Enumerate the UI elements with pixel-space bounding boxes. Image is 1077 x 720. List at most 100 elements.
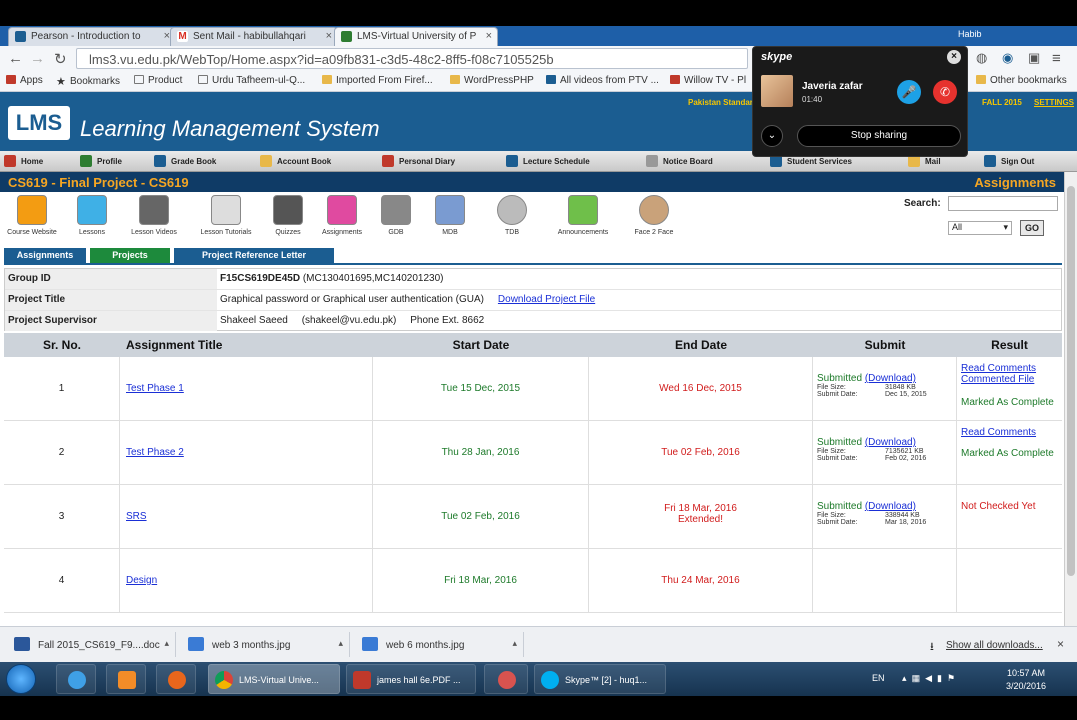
chevron-down-icon[interactable]: ▴ (164, 638, 169, 649)
assignment-title-link[interactable]: SRS (126, 511, 147, 522)
tool-lesson-tutorials[interactable]: Lesson Tutorials (196, 195, 256, 236)
tool-assignments[interactable]: Assignments (312, 195, 372, 236)
bookmark-product[interactable]: Product (134, 75, 182, 86)
taskbar-skype[interactable]: Skype™ [2] - huq1... (534, 664, 666, 694)
language-indicator[interactable]: EN (872, 673, 885, 683)
subtab-assignments[interactable]: Assignments (4, 248, 86, 263)
menu-sign-out[interactable]: Sign Out (984, 155, 1034, 167)
chevron-down-icon[interactable]: ▴ (338, 638, 343, 649)
profile-name[interactable]: Habib (958, 29, 982, 39)
taskbar-clock[interactable]: 10:57 AM 3/20/2016 (1006, 667, 1046, 693)
close-icon[interactable]: × (1057, 637, 1064, 651)
menu-notice-board[interactable]: Notice Board (646, 155, 713, 167)
forward-arrow-icon[interactable]: → (30, 50, 45, 67)
download-item[interactable]: web 6 months.jpg ▴ (352, 632, 524, 657)
lms-logo[interactable]: LMS (8, 106, 70, 140)
course-bar: CS619 - Final Project - CS619 Assignment… (0, 172, 1064, 192)
menu-personal-diary[interactable]: Personal Diary (382, 155, 455, 167)
download-item[interactable]: Fall 2015_CS619_F9....doc ▴ (4, 632, 176, 657)
chevron-down-icon[interactable]: ▴ (512, 638, 517, 649)
subtab-projects[interactable]: Projects (90, 248, 170, 263)
menu-icon[interactable]: ≡ (1052, 50, 1061, 67)
download-project-file-link[interactable]: Download Project File (498, 294, 595, 305)
reload-icon[interactable]: ↻ (54, 50, 67, 68)
start-button[interactable] (6, 664, 36, 694)
image-file-icon (362, 637, 378, 651)
header-link-pakistan[interactable]: Pakistan Standar (688, 98, 753, 107)
microphone-icon[interactable]: 🎤 (897, 80, 921, 104)
download-link[interactable]: (Download) (865, 437, 916, 448)
assignment-title-link[interactable]: Test Phase 2 (126, 447, 184, 458)
taskbar-pdf[interactable]: james hall 6e.PDF ... (346, 664, 476, 694)
search-input[interactable] (948, 196, 1058, 211)
read-comments-link[interactable]: Read Comments (961, 363, 1062, 374)
bookmark-bookmarks[interactable]: ★ Bookmarks (56, 75, 120, 88)
file-size: 338944 KB (885, 512, 920, 519)
download-link[interactable]: (Download) (865, 501, 916, 512)
tool-lesson-videos[interactable]: Lesson Videos (124, 195, 184, 236)
extension-icon[interactable]: ◉ (1002, 50, 1013, 66)
tab-lms[interactable]: LMS-Virtual University of P × (334, 27, 498, 46)
tray-chevron-icon[interactable]: ▴ (902, 673, 907, 683)
tab-pearson[interactable]: Pearson - Introduction to × (8, 27, 176, 46)
taskbar-media[interactable] (106, 664, 146, 694)
url-input[interactable]: lms3.vu.edu.pk/WebTop/Home.aspx?id=a09fb… (76, 48, 748, 69)
tool-tdb[interactable]: TDB (482, 195, 542, 236)
table-row: 2 Test Phase 2 Thu 28 Jan, 2016 Tue 02 F… (4, 421, 1062, 485)
bookmark-imported[interactable]: Imported From Firef... (322, 75, 433, 86)
scroll-thumb[interactable] (1067, 186, 1075, 576)
bookmark-apps[interactable]: Apps (6, 75, 43, 86)
volume-icon[interactable]: ◀ (925, 673, 932, 683)
download-item[interactable]: web 3 months.jpg ▴ (178, 632, 350, 657)
tab-sent-mail[interactable]: M Sent Mail - habibullahqari × (170, 27, 338, 46)
close-icon[interactable]: × (947, 50, 961, 64)
tool-announcements[interactable]: Announcements (552, 195, 614, 236)
bookmark-other[interactable]: Other bookmarks (976, 75, 1067, 86)
show-all-downloads-link[interactable]: Show all downloads... (946, 640, 1043, 651)
chevron-down-icon[interactable]: ⌄ (761, 125, 783, 147)
tool-course-website[interactable]: Course Website (2, 195, 62, 236)
extension-2-icon[interactable]: ▣ (1028, 50, 1040, 66)
tool-gdb[interactable]: GDB (366, 195, 426, 236)
taskbar-app[interactable] (484, 664, 528, 694)
menu-grade-book[interactable]: Grade Book (154, 155, 216, 167)
back-arrow-icon[interactable]: ← (8, 50, 23, 67)
page-scrollbar[interactable] (1064, 172, 1077, 626)
commented-file-link[interactable]: Commented File (961, 374, 1062, 385)
tool-quizzes[interactable]: Quizzes (258, 195, 318, 236)
start-date: Tue 02 Feb, 2016 (373, 485, 589, 549)
menu-lecture-schedule[interactable]: Lecture Schedule (506, 155, 590, 167)
taskbar-firefox[interactable] (156, 664, 196, 694)
signal-icon[interactable]: ▮ (937, 673, 942, 683)
settings-link[interactable]: SETTINGS (1034, 98, 1074, 107)
menu-home[interactable]: Home (4, 155, 43, 167)
network-icon[interactable]: ▦ (912, 673, 921, 683)
globe-icon[interactable]: ◍ (976, 50, 987, 66)
taskbar-chrome[interactable]: LMS-Virtual Unive... (208, 664, 340, 694)
flag-icon[interactable]: ⚑ (947, 673, 955, 683)
start-date: Tue 15 Dec, 2015 (373, 357, 589, 421)
subtab-project-reference-letter[interactable]: Project Reference Letter (174, 248, 334, 263)
hang-up-icon[interactable]: ✆ (933, 80, 957, 104)
bookmark-urdu[interactable]: Urdu Tafheem-ul-Q... (198, 75, 305, 86)
table-row: 1 Test Phase 1 Tue 15 Dec, 2015 Wed 16 D… (4, 357, 1062, 421)
bookmark-wordpress[interactable]: WordPressPHP (450, 75, 534, 86)
assignment-title-link[interactable]: Test Phase 1 (126, 383, 184, 394)
bookmark-willow[interactable]: Willow TV - Pl (670, 75, 746, 86)
taskbar-ie[interactable] (56, 664, 96, 694)
go-button[interactable]: GO (1020, 220, 1044, 236)
bookmark-ptv[interactable]: All videos from PTV ... (546, 75, 659, 86)
assignment-title-link[interactable]: Design (126, 575, 157, 586)
close-icon[interactable]: × (486, 30, 492, 42)
tool-mdb[interactable]: MDB (420, 195, 480, 236)
menu-profile[interactable]: Profile (80, 155, 122, 167)
stop-sharing-button[interactable]: Stop sharing (797, 125, 961, 147)
close-icon[interactable]: × (326, 30, 332, 42)
tab-label: LMS-Virtual University of P (357, 31, 477, 42)
read-comments-link[interactable]: Read Comments (961, 427, 1062, 438)
tool-lessons[interactable]: Lessons (62, 195, 122, 236)
tool-face-2-face[interactable]: Face 2 Face (624, 195, 684, 236)
menu-account-book[interactable]: Account Book (260, 155, 331, 167)
search-scope-select[interactable]: All ▾ (948, 221, 1012, 235)
download-link[interactable]: (Download) (865, 373, 916, 384)
